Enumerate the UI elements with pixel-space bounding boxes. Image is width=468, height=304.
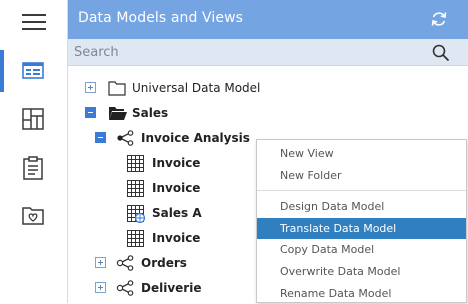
data-models-panel: Data Models and Views Search Universal D… bbox=[68, 0, 468, 303]
expand-button[interactable] bbox=[85, 82, 96, 93]
menu-item-overwrite-data-model[interactable]: Overwrite Data Model bbox=[257, 261, 466, 282]
folder-open-icon bbox=[108, 105, 128, 125]
folder-icon bbox=[108, 80, 126, 100]
table-icon bbox=[127, 180, 144, 201]
clipboard-icon bbox=[23, 156, 43, 180]
rail-item-data-models[interactable] bbox=[0, 50, 68, 92]
rail-item-reports[interactable] bbox=[0, 146, 68, 188]
tree-item-label: Invoice bbox=[152, 156, 201, 170]
panel-header: Data Models and Views bbox=[68, 0, 468, 39]
menu-item-new-view[interactable]: New View bbox=[257, 143, 466, 164]
menu-item-rename-data-model[interactable]: Rename Data Model bbox=[257, 283, 466, 304]
menu-separator bbox=[257, 190, 466, 191]
menu-item-translate-data-model[interactable]: Translate Data Model bbox=[257, 218, 466, 239]
menu-item-design-data-model[interactable]: Design Data Model bbox=[257, 196, 466, 217]
tree-item-label: Orders bbox=[141, 256, 187, 270]
rail-item-dashboards[interactable] bbox=[0, 98, 68, 140]
tree-item-label: Invoice bbox=[152, 231, 201, 245]
collapse-button[interactable] bbox=[95, 132, 106, 143]
table-globe-icon bbox=[127, 205, 146, 227]
refresh-icon[interactable] bbox=[430, 10, 448, 32]
collapse-button[interactable] bbox=[85, 107, 96, 118]
tree-item-sales[interactable]: Sales bbox=[68, 102, 468, 124]
dashboard-icon bbox=[22, 108, 44, 130]
tree-item-label: Invoice bbox=[152, 181, 201, 195]
rail-item-favorites[interactable] bbox=[0, 194, 68, 236]
left-rail bbox=[0, 0, 68, 303]
expand-button[interactable] bbox=[95, 257, 106, 268]
tree-item-label: Universal Data Model bbox=[132, 81, 261, 95]
tree-item-label: Sales A bbox=[152, 206, 202, 220]
tree-item-label: Sales bbox=[132, 106, 169, 120]
share-icon bbox=[116, 130, 134, 150]
table-icon bbox=[127, 230, 144, 251]
search-bar bbox=[68, 39, 468, 66]
heart-folder-icon bbox=[22, 207, 44, 225]
expand-button[interactable] bbox=[95, 282, 106, 293]
menu-item-copy-data-model[interactable]: Copy Data Model bbox=[257, 239, 466, 260]
tree-item-universal-data-model[interactable]: Universal Data Model bbox=[68, 77, 468, 99]
tree-item-label: Deliverie bbox=[141, 281, 202, 295]
search-icon[interactable] bbox=[432, 44, 450, 66]
hamburger-menu-button[interactable] bbox=[0, 2, 68, 44]
table-icon bbox=[127, 155, 144, 176]
hamburger-icon bbox=[22, 14, 46, 30]
search-input[interactable] bbox=[74, 42, 424, 62]
data-models-icon bbox=[22, 62, 44, 79]
panel-title: Data Models and Views bbox=[78, 10, 244, 26]
context-menu: New View New Folder Design Data Model Tr… bbox=[256, 139, 467, 303]
menu-item-new-folder[interactable]: New Folder bbox=[257, 165, 466, 186]
share-icon bbox=[116, 280, 134, 300]
share-icon bbox=[116, 255, 134, 275]
tree-item-label: Invoice Analysis bbox=[141, 131, 250, 145]
